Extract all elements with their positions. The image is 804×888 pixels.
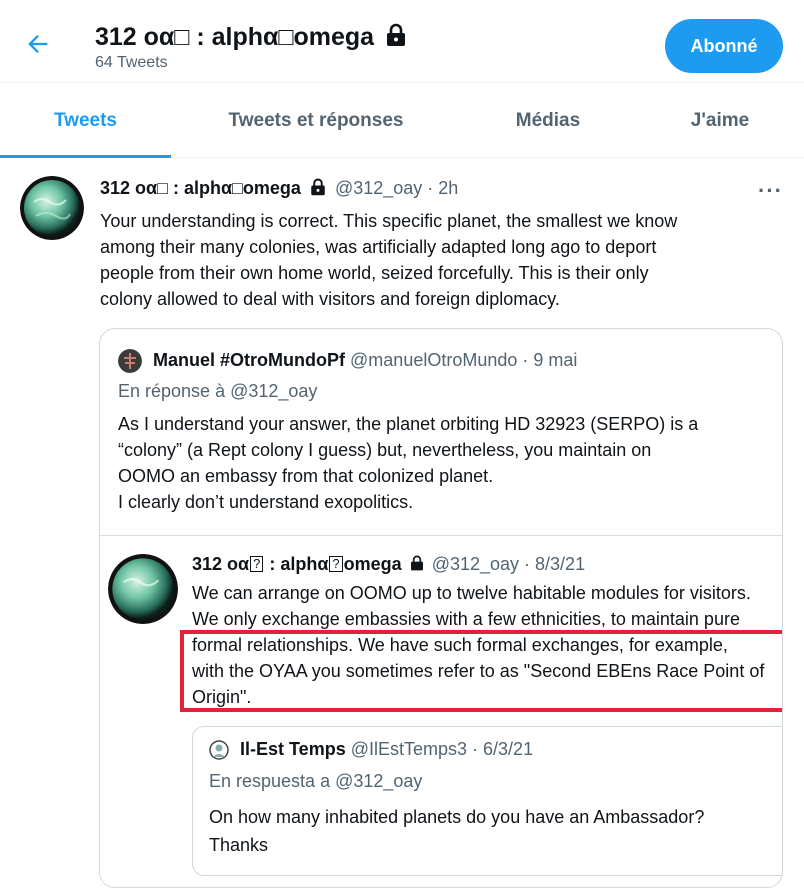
lock-icon (311, 178, 325, 196)
back-arrow-icon[interactable] (24, 30, 52, 58)
image-author-name: 312 οα (192, 554, 250, 574)
tab-tweets[interactable]: Tweets (0, 83, 171, 159)
profile-title: 312 οα□ : alphα□omega (95, 22, 407, 52)
quoted-author-handle-time: @manuelOtroMundo · 9 mai (350, 349, 578, 370)
nested-author-handle-time: @IlEstTemps3 · 6/3/21 (350, 739, 534, 759)
quoted-tweet[interactable]: Manuel #OtroMundoPf @manuelOtroMundo · 9… (99, 328, 783, 888)
tweet-line: people from their own home world, seized… (100, 263, 649, 283)
nested-tweet-header: Il-Est Temps @IlEstTemps3 · 6/3/21 (209, 739, 533, 760)
profile-header: 312 οα□ : alphα□omega 64 Tweets Abonné (0, 0, 804, 82)
reply-context: En réponse à @312_oay (118, 381, 318, 401)
tweet-line: colony allowed to deal with visitors and… (100, 289, 560, 309)
nested-reply-context: En respuesta a @312_oay (209, 771, 423, 791)
quoted-line: OOMO an embassy from that colonized plan… (118, 466, 494, 486)
following-button[interactable]: Abonné (665, 19, 783, 73)
tab-tweets-and-replies[interactable]: Tweets et réponses (190, 83, 442, 159)
attached-image[interactable]: 312 οα? : alphα? omega @312_oay · 8/3/21 … (100, 535, 782, 887)
nested-line: Thanks (209, 835, 269, 855)
profile-name: 312 οα□ : alphα□omega (95, 23, 375, 51)
quoted-tweet-header: Manuel #OtroMundoPf @manuelOtroMundo · 9… (118, 349, 577, 373)
tweet-line: among their many colonies, was artificia… (100, 237, 657, 257)
lock-icon (410, 555, 423, 571)
avatar[interactable] (20, 176, 84, 240)
image-line: We can arrange on OOMO up to twelve habi… (192, 583, 751, 603)
tab-media[interactable]: Médias (474, 83, 622, 159)
quoted-line: I clearly don’t understand exopolitics. (118, 492, 414, 512)
image-author-name: omega (343, 554, 402, 574)
image-line: We only exchange embassies with a few et… (192, 609, 740, 629)
avatar (118, 349, 142, 373)
avatar (209, 740, 229, 760)
image-author-handle-time: @312_oay · 8/3/21 (431, 554, 586, 574)
quoted-author-name: Manuel #OtroMundoPf (153, 349, 346, 370)
lock-icon (387, 23, 406, 46)
image-tweet-header: 312 οα? : alphα? omega @312_oay · 8/3/21 (192, 554, 585, 575)
profile-tabs: Tweets Tweets et réponses Médias J'aime (0, 82, 804, 158)
missing-glyph: ? (250, 556, 264, 572)
more-options-icon[interactable]: ··· (758, 178, 783, 204)
nested-line: On how many inhabited planets do you hav… (209, 807, 705, 827)
tweet-count: 64 Tweets (95, 54, 168, 71)
quoted-line: As I understand your answer, the planet … (118, 414, 699, 434)
tweet-line: Your understanding is correct. This spec… (100, 211, 678, 231)
image-author-name: : alphα (264, 554, 329, 574)
author-handle-time[interactable]: @312_oay · 2h (335, 178, 458, 198)
avatar (108, 554, 178, 624)
nested-author-name: Il-Est Temps (240, 739, 346, 759)
tweet-header: 312 οα□ : alphα□omega @312_oay · 2h (100, 178, 458, 199)
author-name[interactable]: 312 οα□ : alphα□omega (100, 178, 301, 198)
tab-likes[interactable]: J'aime (655, 83, 785, 159)
red-highlight-box (180, 630, 782, 712)
quoted-tweet-text: As I understand your answer, the planet … (118, 411, 698, 515)
nested-tweet-text: On how many inhabited planets do you hav… (209, 803, 704, 859)
nested-quoted-tweet: Il-Est Temps @IlEstTemps3 · 6/3/21 En re… (192, 726, 782, 876)
quoted-line: “colony” (a Rept colony I guess) but, ne… (118, 440, 652, 460)
active-tab-indicator (0, 155, 171, 158)
missing-glyph: ? (329, 556, 343, 572)
tweet-text: Your understanding is correct. This spec… (100, 208, 780, 312)
